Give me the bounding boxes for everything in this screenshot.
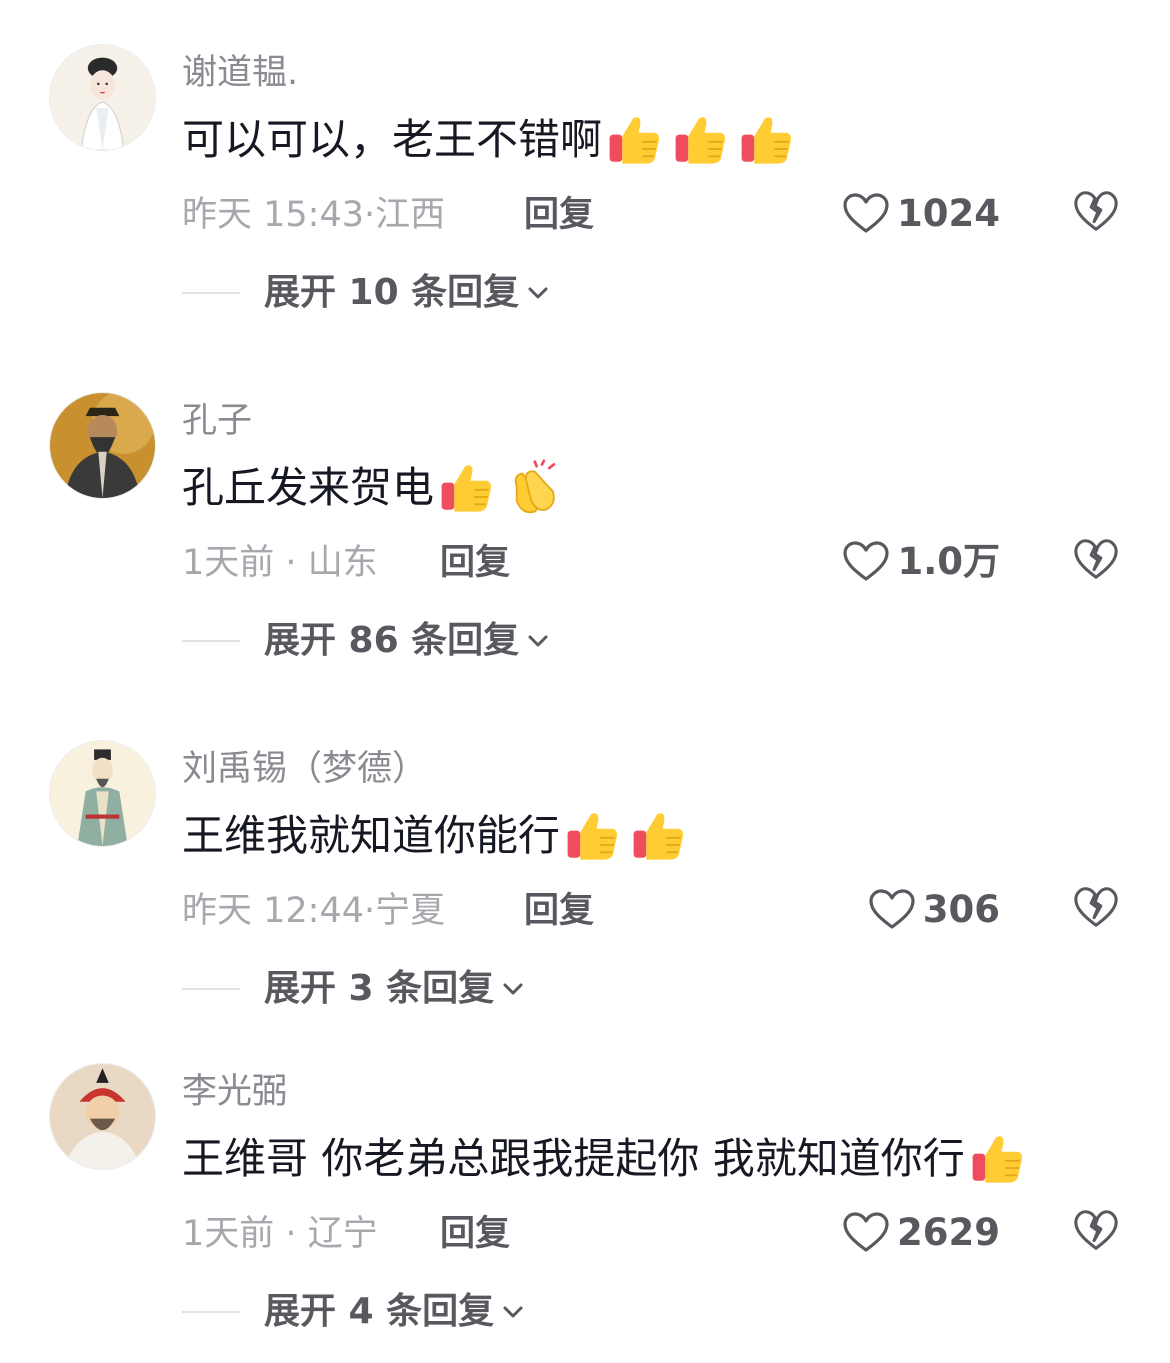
emoji-group (606, 111, 804, 169)
timestamp: 昨天 15:43 (182, 195, 364, 235)
comment-meta: 昨天 15:43·江西 (182, 190, 445, 240)
heart-icon (841, 1208, 891, 1258)
meta-separator: · (285, 1214, 297, 1254)
location: 宁夏 (375, 891, 446, 931)
woman-portrait-icon (50, 45, 155, 150)
thumbs-up-icon (564, 807, 622, 865)
confucius-portrait-icon (50, 393, 155, 498)
expand-replies-label: 展开 86 条回复 (264, 620, 520, 661)
chevron-down-icon (523, 626, 553, 656)
comment-list: 谢道韫. 可以可以，老王不错啊 昨天 15:43·江西 回复 1024 展开 1… (0, 0, 1170, 1355)
heart-icon (841, 537, 891, 587)
reply-button[interactable]: 回复 (524, 886, 594, 936)
meta-separator: · (285, 543, 297, 583)
username[interactable]: 刘禹锡（梦德） (182, 746, 427, 792)
comment-item: 刘禹锡（梦德） 王维我就知道你能行 昨天 12:44·宁夏 回复 306 展开 … (0, 740, 1170, 1040)
general-portrait-icon (50, 1064, 155, 1169)
meta-separator: · (364, 195, 376, 235)
scholar-portrait-icon (50, 741, 155, 846)
comment-text: 可以可以，老王不错啊 (182, 115, 603, 164)
divider-line (182, 292, 240, 294)
thumbs-up-icon (438, 459, 496, 517)
timestamp: 1天前 (182, 543, 275, 583)
divider-line (182, 640, 240, 642)
emoji-group (438, 459, 570, 517)
comment-text-row: 王维我就知道你能行 (182, 806, 696, 866)
heart-icon (867, 885, 917, 935)
comment-text-row: 王维哥 你老弟总跟我提起你 我就知道你行 (182, 1129, 1035, 1189)
comment-item: 李光弼 王维哥 你老弟总跟我提起你 我就知道你行 1天前 · 辽宁 回复 262… (0, 1063, 1170, 1363)
reply-button[interactable]: 回复 (440, 1209, 510, 1259)
comment-meta: 1天前 · 山东 (182, 538, 378, 588)
broken-heart-icon[interactable] (1072, 187, 1120, 235)
broken-heart-icon[interactable] (1072, 1206, 1120, 1254)
expand-replies-button[interactable]: 展开 4 条回复 (182, 1287, 528, 1337)
emoji-group (969, 1130, 1035, 1188)
location: 江西 (375, 195, 446, 235)
expand-replies-label: 展开 3 条回复 (264, 968, 495, 1009)
comment-text-row: 可以可以，老王不错啊 (182, 110, 804, 170)
comment-text: 孔丘发来贺电 (182, 463, 435, 512)
thumbs-up-icon (738, 111, 796, 169)
expand-replies-button[interactable]: 展开 10 条回复 (182, 268, 553, 318)
comment-item: 孔子 孔丘发来贺电 1天前 · 山东 回复 1.0万 展开 86 条回复 (0, 392, 1170, 692)
expand-replies-label: 展开 10 条回复 (264, 272, 520, 313)
heart-icon (841, 189, 891, 239)
like-button[interactable]: 1.0万 (841, 532, 1000, 592)
comment-text-row: 孔丘发来贺电 (182, 458, 570, 518)
divider-line (182, 1311, 240, 1313)
reply-button[interactable]: 回复 (440, 538, 510, 588)
like-count: 1024 (897, 192, 1000, 235)
username[interactable]: 谢道韫. (182, 50, 298, 96)
avatar[interactable] (49, 1063, 156, 1170)
like-count: 1.0万 (897, 540, 1000, 583)
chevron-down-icon (498, 974, 528, 1004)
comment-item: 谢道韫. 可以可以，老王不错啊 昨天 15:43·江西 回复 1024 展开 1… (0, 44, 1170, 344)
expand-replies-label: 展开 4 条回复 (264, 1291, 495, 1332)
like-button[interactable]: 1024 (841, 184, 1000, 244)
divider-line (182, 988, 240, 990)
username[interactable]: 孔子 (182, 398, 252, 444)
avatar[interactable] (49, 44, 156, 151)
timestamp: 昨天 12:44 (182, 891, 364, 931)
location: 辽宁 (307, 1214, 378, 1254)
expand-replies-button[interactable]: 展开 3 条回复 (182, 964, 528, 1014)
thumbs-up-icon (672, 111, 730, 169)
emoji-group (564, 807, 696, 865)
comment-text: 王维哥 你老弟总跟我提起你 我就知道你行 (182, 1134, 965, 1183)
clapping-hands-icon (504, 459, 562, 517)
meta-separator: · (364, 891, 376, 931)
like-count: 306 (922, 888, 1000, 931)
thumbs-up-icon (969, 1130, 1027, 1188)
avatar[interactable] (49, 740, 156, 847)
timestamp: 1天前 (182, 1214, 275, 1254)
like-button[interactable]: 2629 (841, 1203, 1000, 1263)
username[interactable]: 李光弼 (182, 1069, 287, 1115)
avatar[interactable] (49, 392, 156, 499)
expand-replies-button[interactable]: 展开 86 条回复 (182, 616, 553, 666)
comment-meta: 1天前 · 辽宁 (182, 1209, 378, 1259)
comment-meta: 昨天 12:44·宁夏 (182, 886, 445, 936)
reply-button[interactable]: 回复 (524, 190, 594, 240)
like-count: 2629 (897, 1211, 1000, 1254)
comment-text: 王维我就知道你能行 (182, 811, 561, 860)
thumbs-up-icon (630, 807, 688, 865)
broken-heart-icon[interactable] (1072, 535, 1120, 583)
like-button[interactable]: 306 (867, 880, 1000, 940)
thumbs-up-icon (606, 111, 664, 169)
chevron-down-icon (523, 278, 553, 308)
location: 山东 (307, 543, 378, 583)
chevron-down-icon (498, 1297, 528, 1327)
broken-heart-icon[interactable] (1072, 883, 1120, 931)
